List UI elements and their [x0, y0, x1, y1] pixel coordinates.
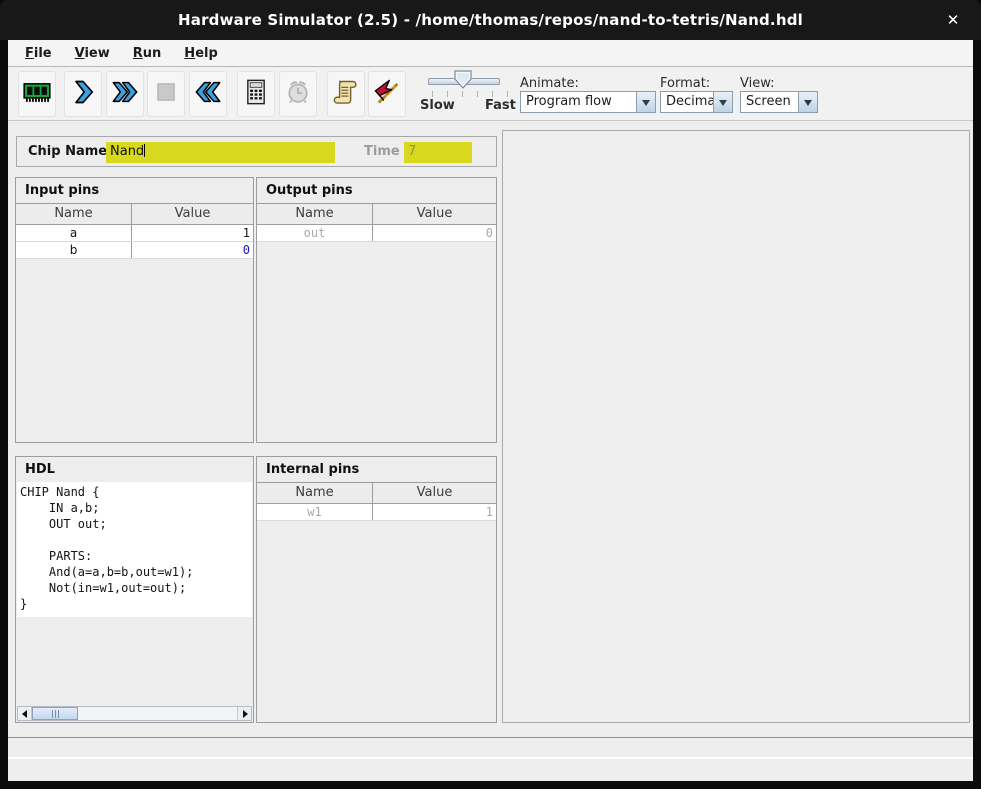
chevron-down-icon[interactable]: [713, 92, 732, 112]
menu-help[interactable]: Help: [177, 43, 224, 64]
menu-run[interactable]: Run: [126, 43, 169, 64]
code-line: PARTS:: [20, 548, 252, 564]
speed-slider-ticks: [432, 91, 508, 97]
window-title: Hardware Simulator (2.5) - /home/thomas/…: [178, 11, 803, 29]
column-header-name: Name: [257, 204, 372, 224]
code-line: CHIP Nand {: [20, 484, 252, 500]
chip-name-label: Chip Name :: [28, 144, 117, 159]
toolbar: Slow Fast Animate: Program flow Format: …: [8, 67, 973, 121]
reset-icon: [194, 78, 222, 110]
scroll-right-icon[interactable]: [237, 707, 251, 720]
table-header: Name Value: [16, 203, 253, 225]
single-step-icon: [69, 78, 97, 110]
slider-slow-label: Slow: [420, 98, 455, 113]
chevron-down-icon[interactable]: [798, 92, 817, 112]
time-value: 7: [408, 144, 416, 159]
output-pins-title: Output pins: [257, 178, 496, 203]
screen-display-panel: [502, 130, 970, 723]
stop-icon: [152, 78, 180, 110]
pin-value[interactable]: 1: [131, 225, 253, 241]
breakpoint-button[interactable]: [368, 71, 406, 117]
column-header-value: Value: [372, 483, 496, 503]
code-line: }: [20, 596, 252, 612]
view-label: View:: [740, 76, 775, 91]
run-icon: [111, 78, 139, 110]
table-row: out 0: [257, 225, 496, 242]
view-hdl-script-icon: [332, 78, 360, 110]
animate-value: Program flow: [521, 92, 636, 112]
internal-pins-title: Internal pins: [257, 457, 496, 482]
column-header-value: Value: [131, 204, 253, 224]
load-chip-icon: [23, 78, 51, 110]
stop-button[interactable]: [147, 71, 185, 117]
table-row: w1 1: [257, 504, 496, 521]
output-pins-panel: Output pins Name Value out 0: [256, 177, 497, 443]
input-pins-panel: Input pins Name Value a 1 b 0: [15, 177, 254, 443]
eval-calculator-icon: [242, 78, 270, 110]
speed-slider-thumb[interactable]: [454, 70, 472, 90]
slider-fast-label: Fast: [485, 98, 516, 113]
pin-value[interactable]: 0: [131, 242, 253, 258]
column-header-value: Value: [372, 204, 496, 224]
breakpoint-arrow-icon: [373, 78, 401, 110]
code-line: [20, 532, 252, 548]
text-caret: [144, 144, 145, 157]
time-label: Time :: [364, 144, 409, 159]
view-select[interactable]: Screen: [740, 91, 818, 113]
hdl-code-view[interactable]: CHIP Nand { IN a,b; OUT out; PARTS: And(…: [17, 482, 252, 617]
menu-bar: File View Run Help: [8, 40, 973, 67]
status-bar: [8, 737, 973, 759]
table-header: Name Value: [257, 482, 496, 504]
single-step-button[interactable]: [64, 71, 102, 117]
scrollbar-thumb[interactable]: [32, 707, 78, 720]
column-header-name: Name: [16, 204, 131, 224]
pin-name: w1: [257, 504, 372, 520]
clock-tick-icon: [284, 78, 312, 110]
chip-name-input[interactable]: Nand: [106, 142, 335, 163]
column-header-name: Name: [257, 483, 372, 503]
chip-name-bar: Chip Name : Nand Time : 7: [16, 136, 497, 167]
pin-name: out: [257, 225, 372, 241]
animate-select[interactable]: Program flow: [520, 91, 656, 113]
format-value: Decimal: [661, 92, 713, 112]
chevron-down-icon[interactable]: [636, 92, 655, 112]
pin-value: 1: [372, 504, 496, 520]
pin-value: 0: [372, 225, 496, 241]
time-field: 7: [404, 142, 472, 163]
output-pins-table: Name Value out 0: [257, 203, 496, 242]
horizontal-scrollbar[interactable]: [17, 706, 252, 721]
close-icon[interactable]: ✕: [943, 10, 963, 30]
code-line: IN a,b;: [20, 500, 252, 516]
animate-label: Animate:: [520, 76, 579, 91]
input-pins-title: Input pins: [16, 178, 253, 203]
view-hdl-button[interactable]: [327, 71, 365, 117]
eval-button[interactable]: [237, 71, 275, 117]
internal-pins-panel: Internal pins Name Value w1 1: [256, 456, 497, 723]
menu-view[interactable]: View: [68, 43, 117, 64]
chip-name-value: Nand: [110, 144, 144, 159]
title-bar: Hardware Simulator (2.5) - /home/thomas/…: [0, 0, 981, 40]
window-content: File View Run Help: [8, 40, 973, 781]
table-row[interactable]: a 1: [16, 225, 253, 242]
format-label: Format:: [660, 76, 710, 91]
clock-button[interactable]: [279, 71, 317, 117]
code-line: And(a=a,b=b,out=w1);: [20, 564, 252, 580]
view-value: Screen: [741, 92, 798, 112]
code-line: OUT out;: [20, 516, 252, 532]
pin-name: a: [16, 225, 131, 241]
reset-button[interactable]: [189, 71, 227, 117]
scroll-left-icon[interactable]: [18, 707, 32, 720]
format-select[interactable]: Decimal: [660, 91, 733, 113]
load-chip-button[interactable]: [18, 71, 56, 117]
table-header: Name Value: [257, 203, 496, 225]
run-button[interactable]: [106, 71, 144, 117]
input-pins-table: Name Value a 1 b 0: [16, 203, 253, 259]
pin-name: b: [16, 242, 131, 258]
table-row[interactable]: b 0: [16, 242, 253, 259]
hdl-panel: HDL CHIP Nand { IN a,b; OUT out; PARTS: …: [15, 456, 254, 723]
internal-pins-table: Name Value w1 1: [257, 482, 496, 521]
menu-file[interactable]: File: [18, 43, 59, 64]
hdl-title: HDL: [16, 457, 253, 482]
code-line: Not(in=w1,out=out);: [20, 580, 252, 596]
